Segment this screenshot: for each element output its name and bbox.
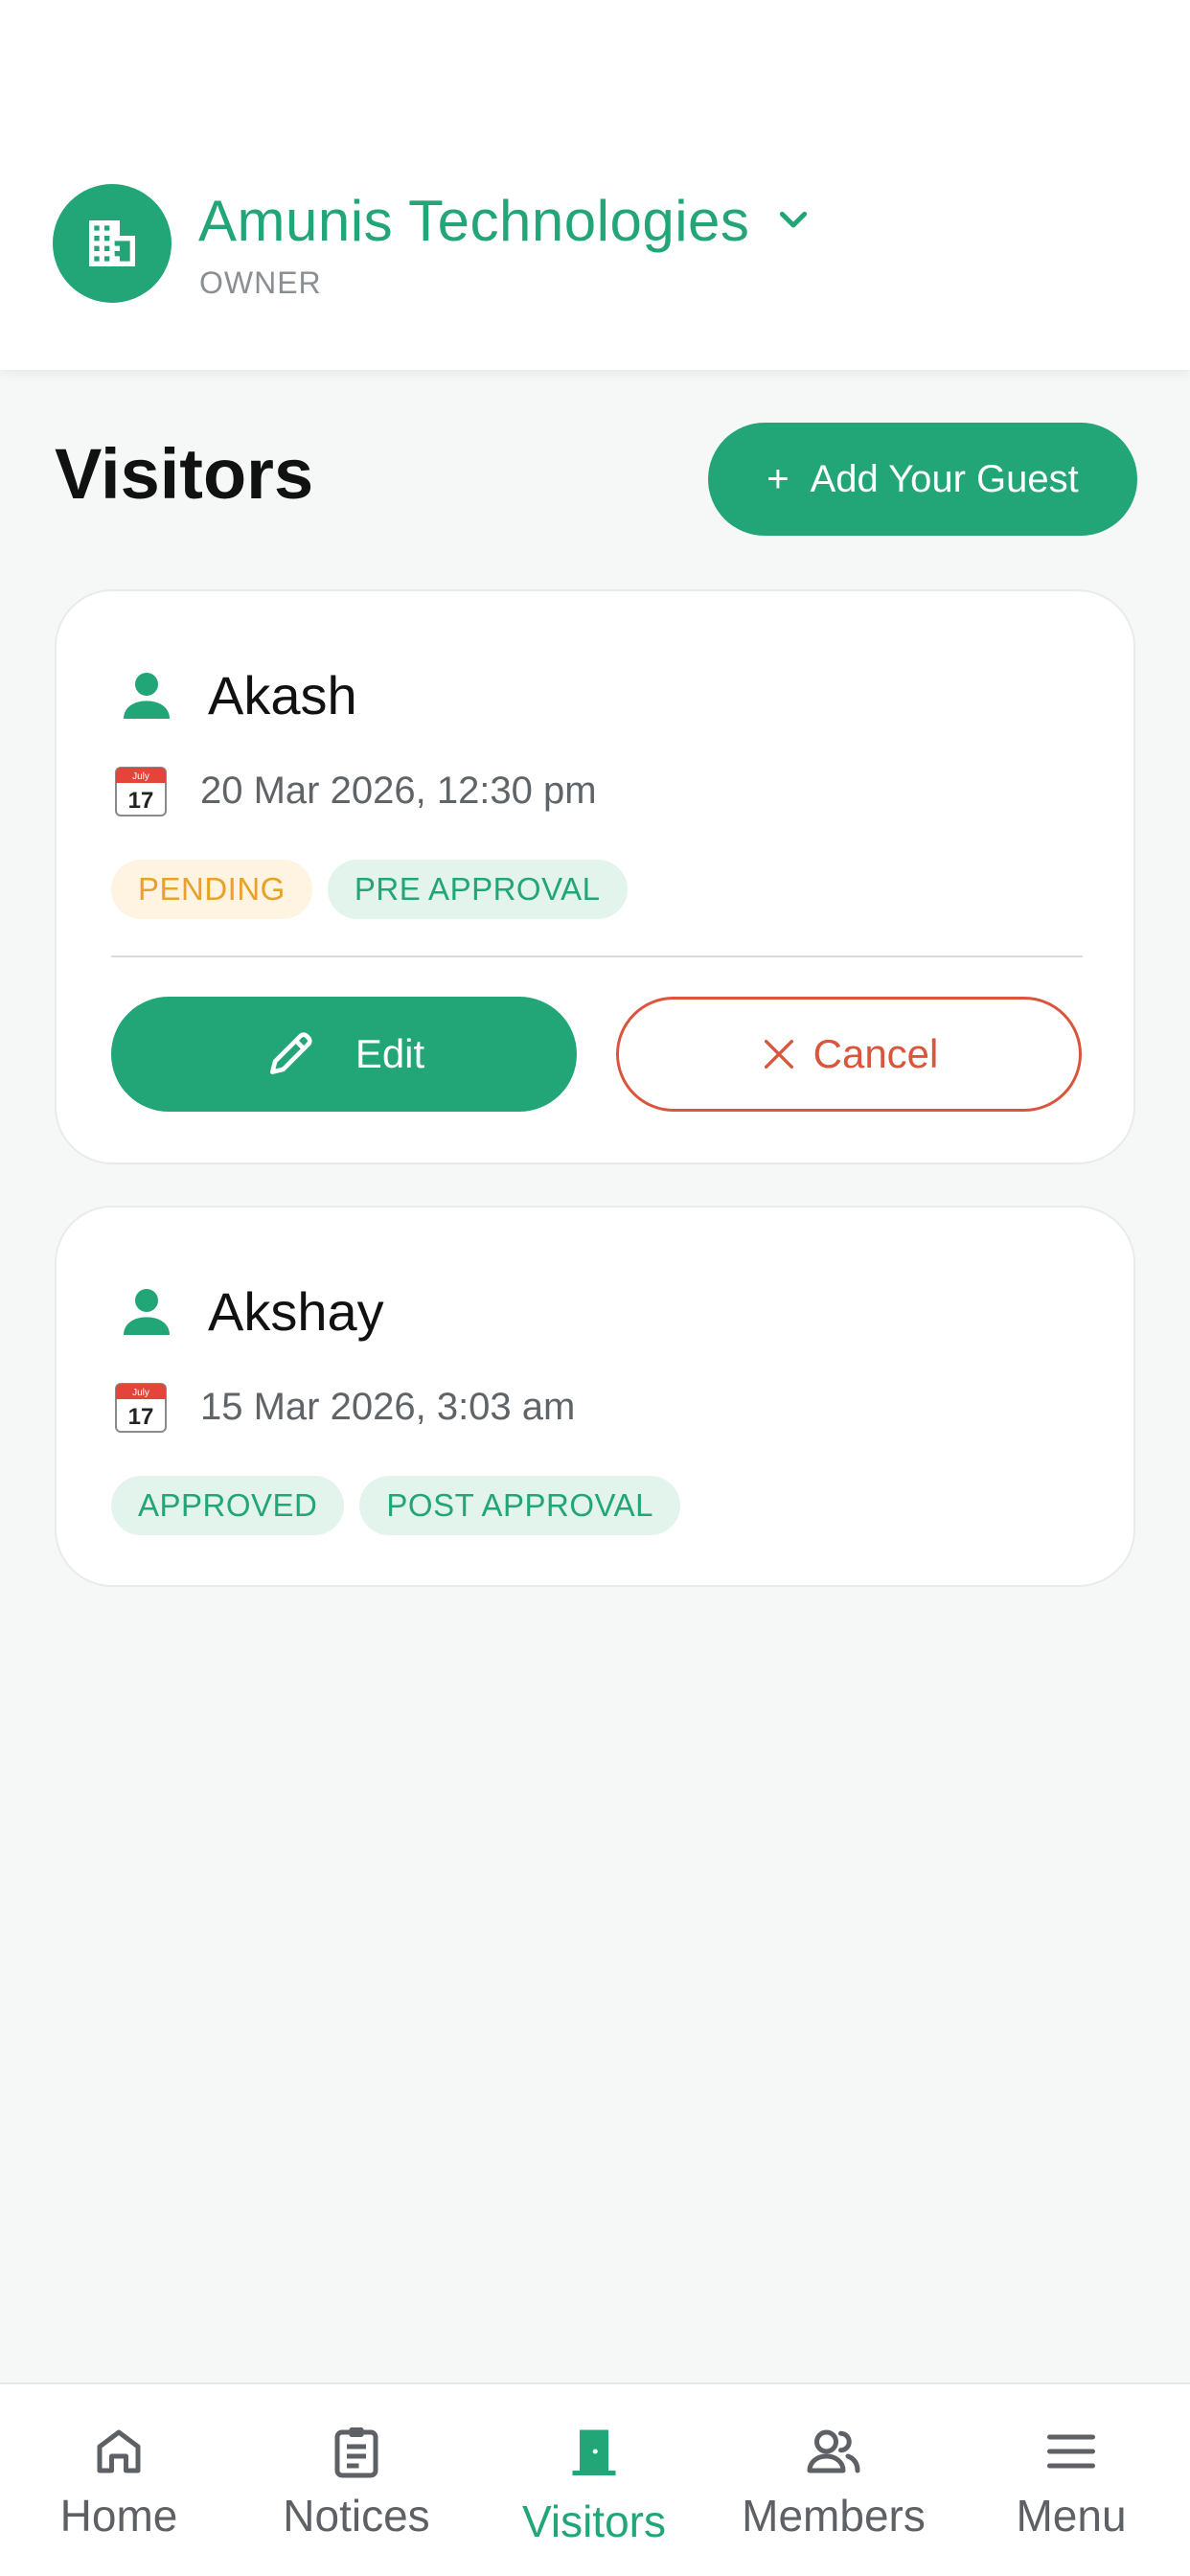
nav-label: Menu	[1016, 2491, 1127, 2541]
pencil-icon	[269, 1032, 312, 1074]
nav-item-visitors[interactable]: Visitors	[479, 2384, 709, 2576]
add-guest-label: Add Your Guest	[810, 457, 1079, 500]
building-icon	[89, 220, 135, 266]
nav-label: Visitors	[522, 2496, 666, 2546]
members-icon	[807, 2429, 860, 2473]
edit-button[interactable]: Edit	[111, 997, 577, 1112]
plus-icon: +	[767, 457, 790, 500]
org-name: Amunis Technologies	[198, 188, 750, 253]
visitor-name-row: Akash	[116, 664, 357, 726]
cancel-label: Cancel	[812, 1031, 939, 1076]
person-icon	[124, 672, 170, 719]
door-icon	[572, 2429, 616, 2475]
status-badge: APPROVED	[111, 1476, 345, 1535]
nav-label: Home	[59, 2491, 178, 2541]
calendar-icon: July 17	[115, 767, 167, 816]
app-root: Amunis Technologies OWNER Visitors + Add…	[0, 0, 1190, 2576]
nav-item-home[interactable]: Home	[4, 2384, 234, 2576]
home-icon	[97, 2429, 141, 2473]
visit-datetime: 15 Mar 2026, 3:03 am	[200, 1385, 576, 1428]
status-badges: PENDING PRE APPROVAL	[111, 860, 628, 919]
clipboard-icon	[334, 2427, 378, 2478]
org-role: OWNER	[199, 265, 322, 300]
edit-label: Edit	[355, 1031, 425, 1076]
person-icon	[124, 1288, 170, 1335]
divider	[111, 955, 1083, 957]
calendar-icon: July 17	[115, 1383, 167, 1433]
status-badge: PENDING	[111, 860, 312, 919]
svg-text:17: 17	[128, 1404, 154, 1430]
close-icon	[764, 1040, 793, 1069]
chevron-down-icon	[780, 211, 808, 228]
hamburger-icon	[1047, 2434, 1095, 2469]
nav-item-notices[interactable]: Notices	[241, 2384, 471, 2576]
visitor-card[interactable]: Akash July 17 20 Mar 2026, 12:30 pm PEND…	[55, 589, 1135, 1164]
svg-text:17: 17	[128, 788, 154, 814]
visit-date-row: July 17 20 Mar 2026, 12:30 pm	[112, 762, 597, 819]
visit-date-row: July 17 15 Mar 2026, 3:03 am	[112, 1378, 575, 1436]
nav-label: Members	[742, 2491, 926, 2541]
header: Amunis Technologies OWNER	[0, 0, 1190, 370]
svg-text:July: July	[132, 771, 149, 782]
nav-label: Notices	[283, 2491, 430, 2541]
visitor-name: Akshay	[208, 1281, 384, 1342]
cancel-button[interactable]: Cancel	[616, 997, 1082, 1112]
nav-item-menu[interactable]: Menu	[956, 2384, 1186, 2576]
page-title: Visitors	[55, 434, 314, 514]
visitor-card[interactable]: Akshay July 17 15 Mar 2026, 3:03 am APPR…	[55, 1206, 1135, 1587]
visitor-name-row: Akshay	[116, 1280, 384, 1343]
approval-type-badge: PRE APPROVAL	[327, 860, 628, 919]
svg-text:July: July	[132, 1388, 149, 1398]
add-guest-button[interactable]: + Add Your Guest	[708, 423, 1137, 536]
status-badges: APPROVED POST APPROVAL	[111, 1476, 680, 1535]
visitor-name: Akash	[208, 665, 357, 725]
org-switcher[interactable]: Amunis Technologies	[198, 182, 812, 259]
bottom-nav: Home Notices Visitors Members Menu	[0, 2382, 1190, 2576]
org-avatar[interactable]	[53, 184, 172, 303]
nav-item-members[interactable]: Members	[719, 2384, 949, 2576]
approval-type-badge: POST APPROVAL	[359, 1476, 680, 1535]
visit-datetime: 20 Mar 2026, 12:30 pm	[200, 769, 597, 812]
